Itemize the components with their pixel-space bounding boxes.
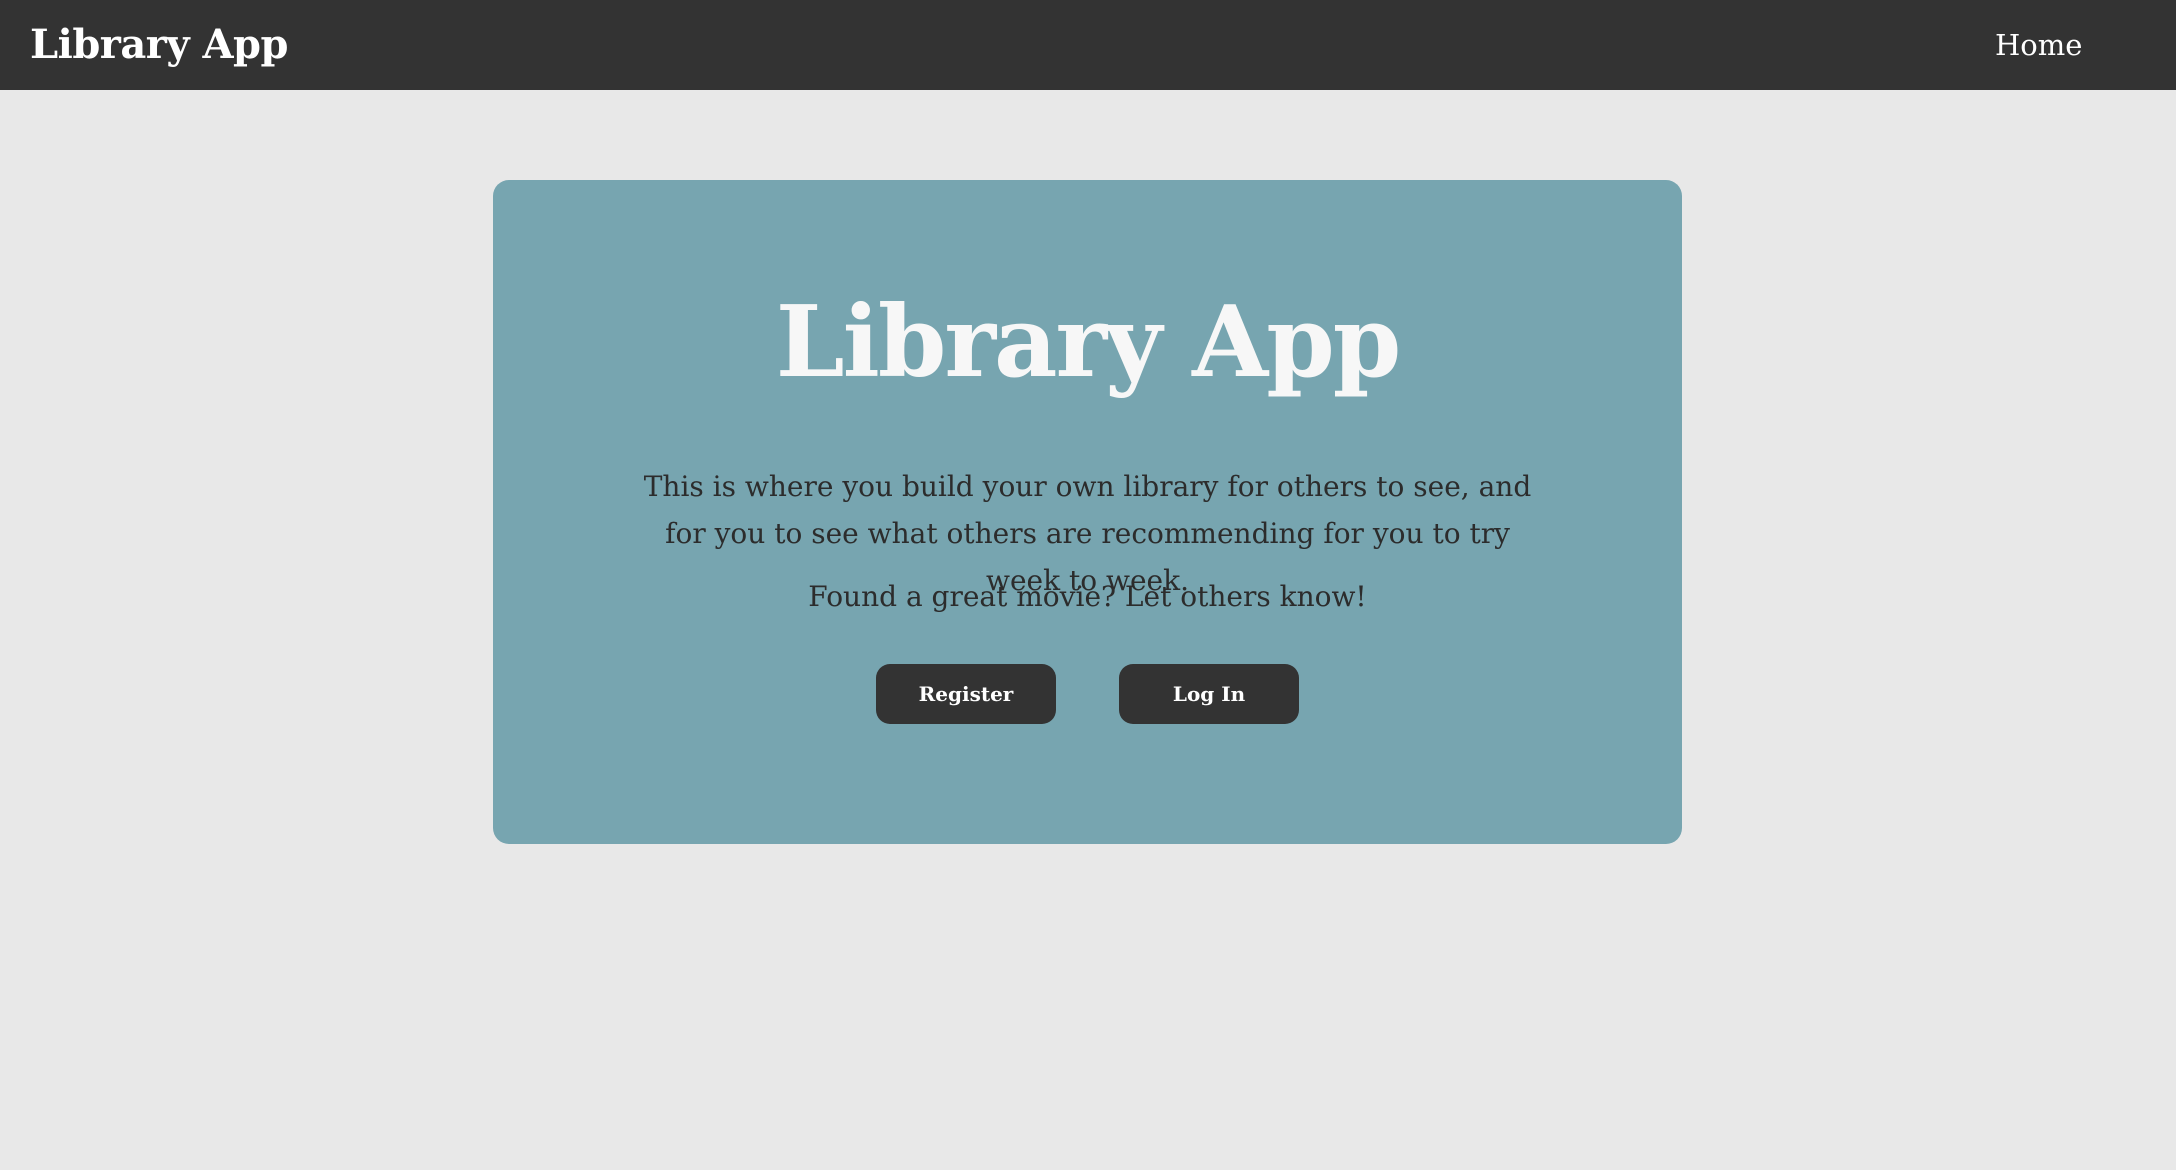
nav-link-home[interactable]: Home — [1995, 0, 2082, 90]
hero-title: Library App — [775, 285, 1402, 400]
login-button[interactable]: Log In — [1119, 664, 1299, 724]
brand-logo-link[interactable]: Library App — [30, 0, 289, 90]
top-navbar: Library App Home — [0, 0, 2176, 90]
register-button[interactable]: Register — [876, 664, 1056, 724]
hero-call-to-action: Found a great movie? Let others know! — [808, 580, 1367, 613]
